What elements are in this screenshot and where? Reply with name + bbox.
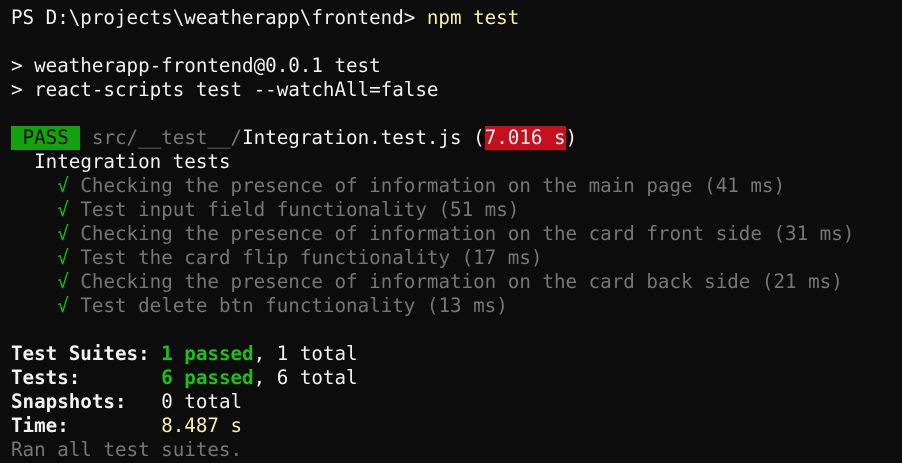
test-case-name: Checking the presence of information on … xyxy=(80,270,751,293)
checkmark-icon: √ xyxy=(57,222,69,245)
slow-duration-badge: 7.016 s xyxy=(484,126,566,150)
checkmark-icon: √ xyxy=(57,270,69,293)
test-case-name: Checking the presence of information on … xyxy=(80,174,693,197)
test-case: √ Checking the presence of information o… xyxy=(11,222,854,246)
summary-time: Time: 8.487 s xyxy=(11,414,242,438)
terminal-window[interactable]: PS D:\projects\weatherapp\frontend> npm … xyxy=(0,0,902,463)
summary-total: , 6 total xyxy=(253,366,358,389)
prompt-prefix: PS D:\projects\weatherapp\frontend> xyxy=(11,6,427,29)
checkmark-icon: √ xyxy=(57,246,69,269)
test-case: √ Test input field functionality (51 ms) xyxy=(11,198,519,222)
summary-total: , 1 total xyxy=(253,342,358,365)
summary-tests: Tests: 6 passed, 6 total xyxy=(11,366,358,390)
script-line-1: > weatherapp-frontend@0.0.1 test xyxy=(11,54,381,77)
test-case-time: (13 ms) xyxy=(426,294,508,317)
test-result-line: PASS src/__test__/Integration.test.js (7… xyxy=(11,126,577,150)
prompt-line: PS D:\projects\weatherapp\frontend> npm … xyxy=(11,6,519,30)
script-line-2: > react-scripts test --watchAll=false xyxy=(11,78,439,101)
test-case: √ Checking the presence of information o… xyxy=(11,174,785,198)
test-case-name: Checking the presence of information on … xyxy=(80,222,762,245)
test-case-time: (17 ms) xyxy=(461,246,543,269)
describe-block: Integration tests xyxy=(11,150,231,174)
paren-close: ) xyxy=(565,126,578,149)
test-case-time: (51 ms) xyxy=(438,198,520,221)
checkmark-icon: √ xyxy=(57,174,69,197)
test-case-time: (21 ms) xyxy=(761,270,843,293)
test-file-dir: src/__test__/ xyxy=(91,126,243,149)
test-case: √ Checking the presence of information o… xyxy=(11,270,843,294)
summary-value: 0 total xyxy=(161,390,243,413)
describe-title: Integration tests xyxy=(34,150,231,173)
summary-passed: 6 passed xyxy=(161,366,254,389)
test-case-name: Test input field functionality xyxy=(80,198,427,221)
summary-value: 8.487 s xyxy=(161,414,243,437)
test-case: √ Test delete btn functionality (13 ms) xyxy=(11,294,508,318)
summary-label: Time: xyxy=(11,414,162,437)
pass-badge: PASS xyxy=(11,126,81,150)
checkmark-icon: √ xyxy=(57,198,69,221)
test-case-name: Test the card flip functionality xyxy=(80,246,451,269)
paren-open: ( xyxy=(461,126,485,149)
summary-footer: Ran all test suites. xyxy=(11,438,243,461)
test-case-time: (41 ms) xyxy=(704,174,786,197)
summary-label: Tests: xyxy=(11,366,162,389)
summary-test-suites: Test Suites: 1 passed, 1 total xyxy=(11,342,358,366)
checkmark-icon: √ xyxy=(57,294,69,317)
summary-label: Snapshots: xyxy=(11,390,162,413)
summary-snapshots: Snapshots: 0 total xyxy=(11,390,242,414)
summary-label: Test Suites: xyxy=(11,342,162,365)
test-file-name: Integration.test.js xyxy=(242,126,462,149)
test-case-name: Test delete btn functionality xyxy=(80,294,416,317)
test-case: √ Test the card flip functionality (17 m… xyxy=(11,246,542,270)
prompt-command: npm test xyxy=(426,6,520,29)
summary-passed: 1 passed xyxy=(161,342,254,365)
test-case-time: (31 ms) xyxy=(773,222,855,245)
